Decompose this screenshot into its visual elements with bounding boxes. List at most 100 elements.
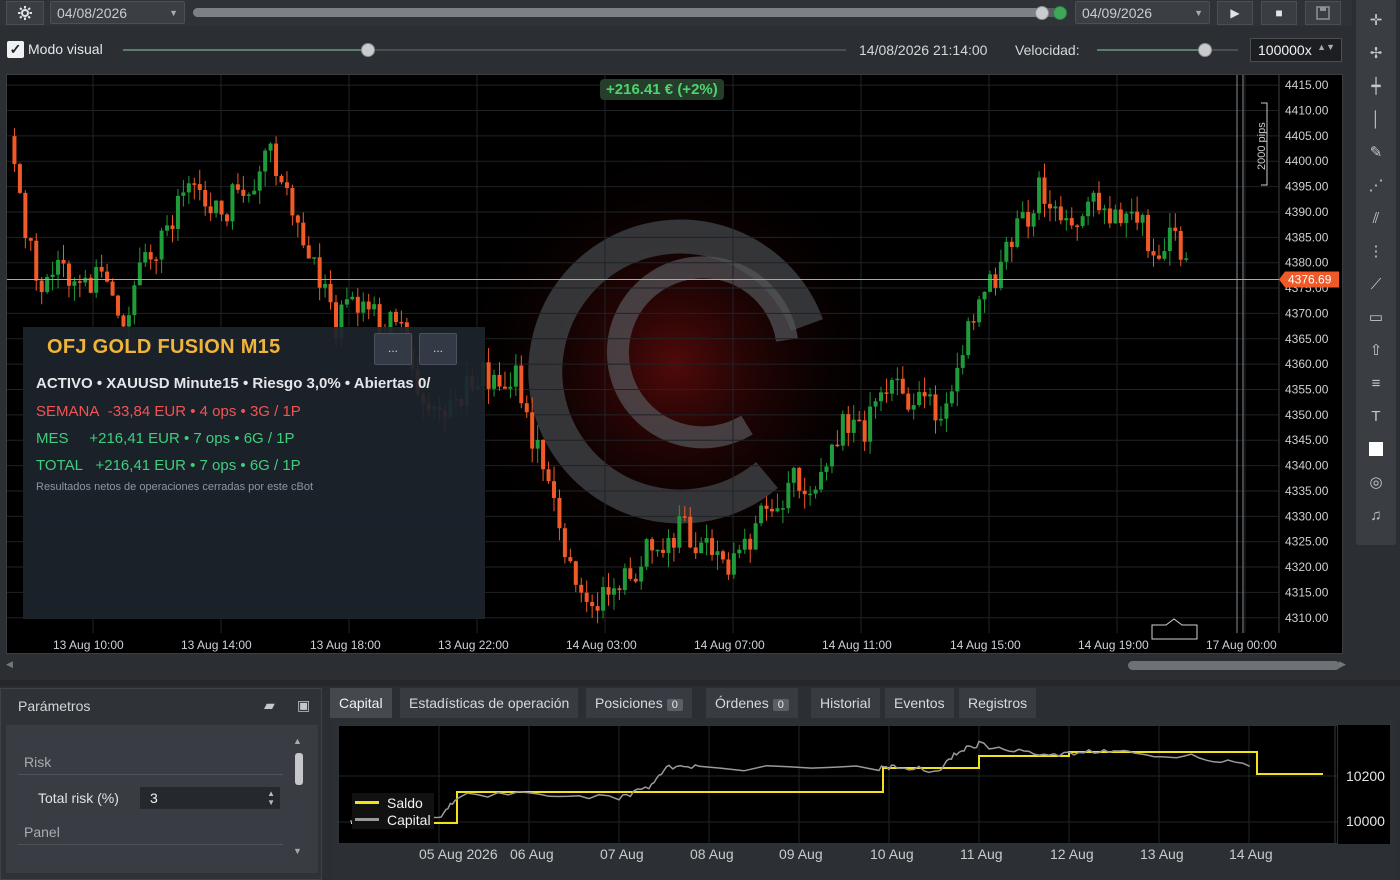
color-tool[interactable] <box>1356 435 1396 463</box>
candle-body <box>279 176 284 183</box>
candle-body <box>938 418 943 421</box>
text-tool[interactable]: T <box>1356 402 1396 430</box>
panel-button-2[interactable]: ... <box>419 333 457 365</box>
candle-body <box>214 200 219 214</box>
candle-body <box>1118 209 1123 224</box>
candle-body <box>99 266 104 272</box>
alert-tool[interactable]: ♫ <box>1356 501 1396 529</box>
tab-registros[interactable]: Registros <box>959 688 1037 718</box>
range-fill <box>193 8 1039 17</box>
rectangle-tool[interactable]: ▭ <box>1356 303 1396 331</box>
candle-body <box>154 259 159 261</box>
candle-body <box>284 182 289 189</box>
candle-body <box>110 281 115 296</box>
tab-historial[interactable]: Historial <box>811 688 880 718</box>
save-icon[interactable]: ▣ <box>297 697 310 714</box>
candle-body <box>301 222 306 246</box>
section-divider <box>18 844 283 845</box>
candle-body <box>235 184 240 190</box>
open-folder-icon[interactable]: ▰ <box>264 697 275 714</box>
arrow-tool[interactable]: ⇧ <box>1356 336 1396 364</box>
candle-body <box>813 489 818 494</box>
trendline-tool[interactable]: ✎ <box>1356 138 1396 166</box>
candle-body <box>982 291 987 300</box>
modo-visual-checkbox[interactable]: ✓ <box>7 41 24 58</box>
candle-body <box>192 183 197 185</box>
candle-body <box>753 523 758 550</box>
tab-ordenes[interactable]: Órdenes 0 <box>706 688 798 718</box>
panel-button-1[interactable]: ... <box>374 333 412 365</box>
candle-body <box>197 184 202 191</box>
candle-body <box>617 588 622 591</box>
candle-body <box>366 301 371 310</box>
candle-body <box>225 214 229 222</box>
start-date-select[interactable]: 04/08/2026 ▼ <box>50 1 185 24</box>
scroll-right-icon[interactable]: ▶ <box>1339 659 1346 670</box>
scroll-down-icon[interactable]: ▼ <box>293 846 302 856</box>
total-risk-value: 3 <box>150 790 158 806</box>
candle-body <box>257 171 262 191</box>
gann-fan-tool[interactable]: ⟋ <box>1356 270 1396 298</box>
candle-body <box>928 394 933 397</box>
play-button[interactable]: ▶ <box>1217 1 1253 25</box>
x-tick-label: 14 Aug <box>1229 846 1273 862</box>
stepper-icon[interactable]: ▲ ▼ <box>267 789 275 807</box>
speed-slider-handle[interactable] <box>1198 43 1212 57</box>
candle-body <box>203 190 208 207</box>
candle-body <box>497 374 502 387</box>
total-risk-input[interactable]: 3 ▲ ▼ <box>139 786 281 810</box>
settings-gear-button[interactable] <box>6 1 44 25</box>
params-scroll-thumb[interactable] <box>295 753 303 785</box>
tab-eventos[interactable]: Eventos <box>885 688 954 718</box>
candle-body <box>628 568 633 579</box>
tab-posiciones[interactable]: Posiciones 0 <box>586 688 692 718</box>
candle-body <box>143 252 148 263</box>
scroll-left-icon[interactable]: ◀ <box>6 659 13 670</box>
y-tick-label: 4330.00 <box>1285 509 1329 523</box>
fibonacci-tool[interactable]: ⋮ <box>1356 237 1396 265</box>
screenshot-tool[interactable]: ◎ <box>1356 468 1396 496</box>
stop-button[interactable]: ■ <box>1261 1 1297 25</box>
candle-body <box>208 206 213 214</box>
range-handle-end[interactable] <box>1053 6 1067 20</box>
modo-visual-label: Modo visual <box>28 41 103 57</box>
candle-body <box>56 259 61 275</box>
end-date-select[interactable]: 04/09/2026 ▼ <box>1075 1 1210 24</box>
speed-input[interactable]: 100000x ▲▼ <box>1250 38 1342 62</box>
scroll-up-icon[interactable]: ▲ <box>293 736 302 746</box>
measure-tool[interactable]: ┿ <box>1356 72 1396 100</box>
tab-capital[interactable]: Capital <box>330 688 392 718</box>
x-tick-label: 12 Aug <box>1050 846 1094 862</box>
scrollbar-thumb[interactable] <box>1128 661 1340 670</box>
backtest-range-slider[interactable] <box>193 8 1067 17</box>
save-report-button[interactable] <box>1305 1 1341 25</box>
candle-body <box>682 516 687 518</box>
fan-tool[interactable]: ⋰ <box>1356 171 1396 199</box>
candle-body <box>1026 212 1031 227</box>
crosshair-alt-tool[interactable]: ✢ <box>1356 39 1396 67</box>
channel-tool[interactable]: ⫽ <box>1356 204 1396 232</box>
candle-body <box>998 261 1003 288</box>
tab-estadisticas[interactable]: Estadísticas de operación <box>400 688 579 718</box>
candle-body <box>126 315 131 327</box>
candle-body <box>535 439 540 449</box>
candle-body <box>23 192 28 239</box>
chevron-down-icon: ▼ <box>169 7 178 18</box>
range-handle-current[interactable] <box>1035 6 1049 20</box>
candle-body <box>737 549 742 554</box>
candle-body <box>1162 251 1167 259</box>
fib-extension-tool[interactable]: ≡ <box>1356 369 1396 397</box>
crosshair-tool[interactable]: ✛ <box>1356 6 1396 34</box>
capital-chart[interactable] <box>338 725 1338 844</box>
candle-body <box>165 225 170 231</box>
panel-divider[interactable] <box>0 680 1400 686</box>
candle-body <box>1178 230 1183 260</box>
total-label: TOTAL <box>36 457 83 474</box>
visual-progress-handle[interactable] <box>361 43 375 57</box>
candle-body <box>884 392 889 394</box>
candle-body <box>1064 218 1069 221</box>
candle-body <box>181 192 186 196</box>
semana-stats: -33,84 EUR • 4 ops • 3G / 1P <box>107 403 301 420</box>
channel-icon: ⫽ <box>1372 209 1380 227</box>
vertical-line-tool[interactable]: │ <box>1356 105 1396 133</box>
